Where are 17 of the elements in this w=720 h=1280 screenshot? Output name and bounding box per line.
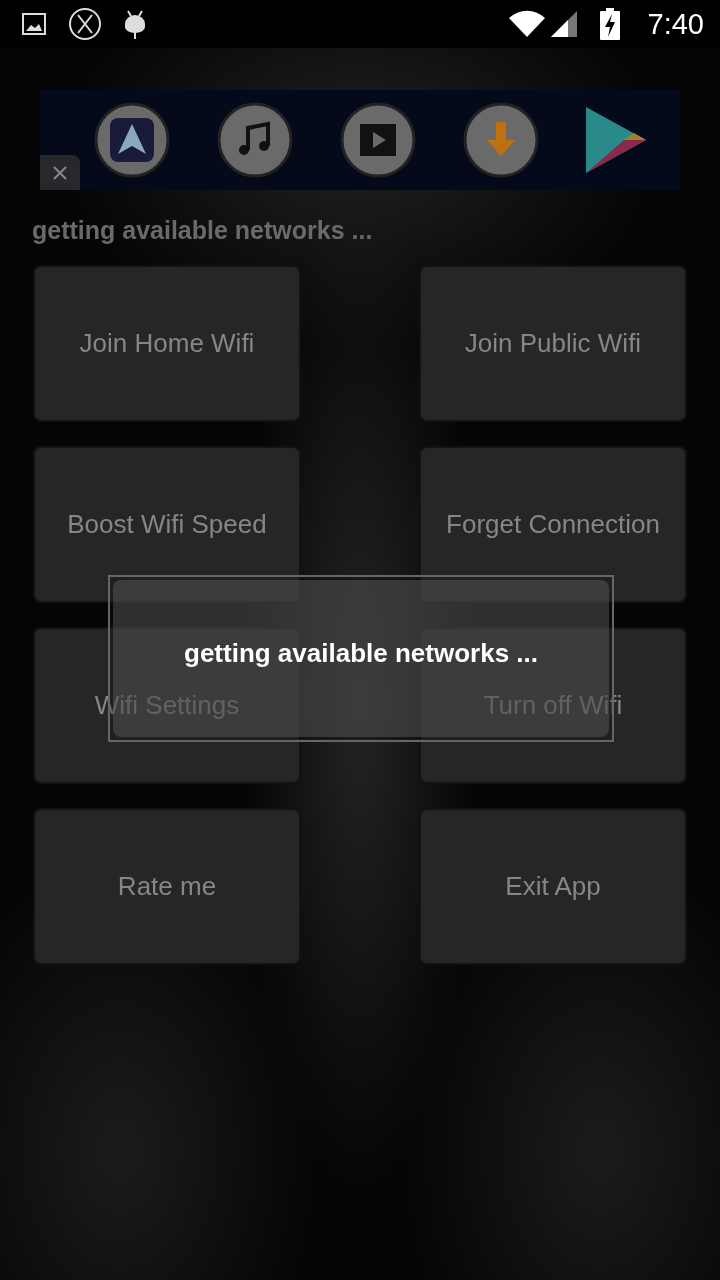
menu-button[interactable]: Exit App: [419, 808, 687, 965]
signal-icon: [549, 10, 578, 38]
gallery-icon: [22, 13, 46, 35]
wifi-icon: [507, 10, 546, 38]
ad-banner[interactable]: [40, 90, 680, 190]
android-icon: [124, 9, 146, 39]
menu-button[interactable]: Boost Wifi Speed: [33, 446, 301, 603]
dialog-message: getting available networks ...: [184, 638, 538, 670]
menu-button[interactable]: Join Public Wifi: [419, 265, 687, 422]
close-icon[interactable]: [52, 164, 68, 181]
menu-button[interactable]: Rate me: [33, 808, 301, 965]
menu-button[interactable]: Join Home Wifi: [33, 265, 301, 422]
clock: 7:40: [647, 7, 704, 41]
circle-x-icon: [68, 7, 102, 41]
battery-charging-icon: [599, 8, 620, 40]
status-text: getting available networks ...: [32, 216, 374, 245]
menu-button[interactable]: Forget Connection: [419, 446, 687, 603]
